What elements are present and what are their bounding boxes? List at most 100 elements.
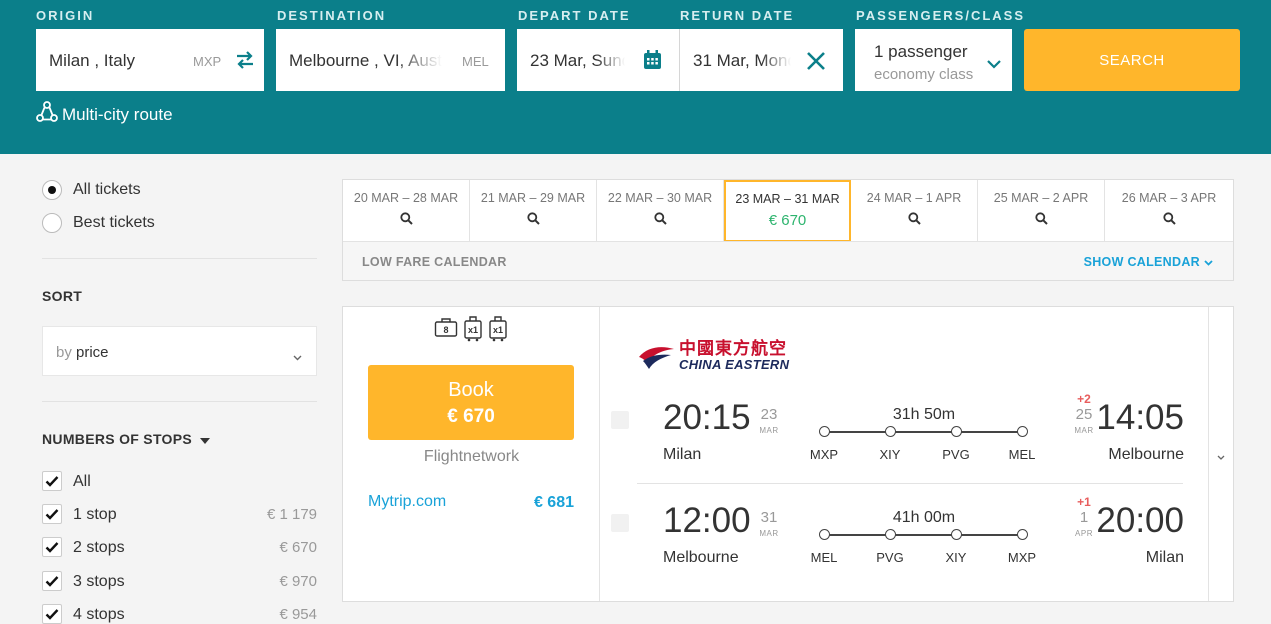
date-option[interactable]: 20 MAR – 28 MAR — [343, 180, 470, 242]
depart-date-input[interactable]: 23 Mar, Sunday — [530, 51, 625, 71]
date-option[interactable]: 22 MAR – 30 MAR — [597, 180, 724, 242]
destination-label: DESTINATION — [277, 8, 387, 23]
show-calendar-toggle[interactable]: SHOW CALENDAR — [1084, 255, 1213, 269]
booking-column: 8 x1 x1 Book € 670 Flightnetwork Mytrip.… — [343, 307, 600, 601]
outbound-segment: 20:15 23 MAR Milan 31h 50m MXP XIY PVG MEL +2 25 MA… — [600, 392, 1210, 485]
show-calendar-label: SHOW CALENDAR — [1083, 255, 1200, 269]
date-option[interactable]: 26 MAR – 3 APR — [1105, 180, 1233, 242]
personal-item-icon: 8 — [434, 316, 458, 338]
airport-code: XIY — [945, 550, 967, 565]
airport-code: MEL — [1008, 447, 1036, 462]
booking-agent: Flightnetwork — [423, 448, 520, 465]
divider — [42, 401, 317, 402]
arrival-month: APR — [1075, 529, 1093, 538]
arrival-day: 1 — [1079, 509, 1089, 526]
checkbox-checked[interactable] — [42, 604, 62, 624]
date-range-label: 25 MAR – 2 APR — [993, 191, 1089, 205]
stop-node — [1017, 529, 1028, 540]
chevron-down-icon — [293, 348, 302, 366]
flight-result-card: 8 x1 x1 Book € 670 Flightnetwork Mytrip.… — [342, 306, 1234, 602]
passengers-class-label: PASSENGERS/CLASS — [856, 8, 1026, 23]
chevron-down-icon[interactable] — [987, 56, 1001, 74]
checked-bag-count: x1 — [492, 325, 503, 335]
radio-all-tickets[interactable]: All tickets — [42, 178, 141, 202]
date-range-label: 22 MAR – 30 MAR — [607, 191, 713, 205]
low-fare-calendar-label: LOW FARE CALENDAR — [362, 255, 507, 269]
return-date-field[interactable]: 31 Mar, Monday — [680, 29, 843, 91]
stop-node — [1017, 426, 1028, 437]
origin-input[interactable]: Milan , Italy — [49, 51, 179, 71]
alt-agent-price[interactable]: € 681 — [534, 494, 574, 512]
carry-on-count: x1 — [467, 325, 478, 335]
passengers-class-field[interactable]: 1 passenger economy class — [855, 29, 1012, 91]
passenger-count: 1 passenger — [874, 42, 968, 61]
checkbox-checked[interactable] — [42, 537, 62, 557]
multi-city-icon — [36, 101, 58, 128]
day-offset-badge: +2 — [1077, 392, 1091, 406]
checkbox-checked[interactable] — [42, 504, 62, 524]
airport-code: MEL — [810, 550, 838, 565]
airline-name-cn: 中國東方航空 — [679, 339, 787, 358]
stop-label: 1 stop — [73, 506, 117, 523]
stop-filter-row[interactable]: 2 stops € 670 — [42, 537, 317, 559]
checked-bag-icon: x1 — [488, 316, 508, 342]
sort-prefix: by — [56, 344, 72, 361]
radio-button[interactable] — [42, 213, 62, 233]
cabin-class: economy class — [874, 66, 974, 83]
stops-title: NUMBERS OF STOPS — [42, 431, 193, 447]
checkbox-checked[interactable] — [42, 571, 62, 591]
depart-date-label: DEPART DATE — [518, 8, 631, 23]
radio-best-tickets[interactable]: Best tickets — [42, 211, 155, 235]
multi-city-link[interactable]: Multi-city route — [36, 101, 173, 128]
destination-field[interactable]: Melbourne , VI, Australia MEL — [276, 29, 505, 91]
date-option[interactable]: 23 MAR – 31 MAR € 670 — [724, 180, 851, 242]
china-eastern-swallow-icon — [639, 346, 674, 369]
clear-return-icon[interactable] — [806, 51, 826, 76]
stop-label: All — [73, 473, 91, 490]
date-range-label: 20 MAR – 28 MAR — [353, 191, 459, 205]
date-option[interactable]: 21 MAR – 29 MAR — [470, 180, 597, 242]
alt-agent-link[interactable]: Mytrip.com — [368, 493, 446, 511]
baggage-info: 8 x1 x1 — [434, 316, 508, 342]
day-offset-badge: +1 — [1077, 495, 1091, 509]
departure-city: Milan — [663, 446, 702, 463]
caret-down-icon — [200, 431, 211, 447]
stop-price: € 954 — [279, 606, 317, 623]
stops-filter-header[interactable]: NUMBERS OF STOPS — [42, 431, 211, 447]
destination-input[interactable]: Melbourne , VI, Australia — [289, 51, 442, 71]
search-icon — [470, 212, 596, 230]
airport-code: MXP — [809, 447, 839, 462]
expand-details[interactable] — [1208, 307, 1233, 601]
stop-filter-row[interactable]: 1 stop € 1 179 — [42, 504, 317, 526]
stop-price: € 1 179 — [266, 506, 317, 523]
stop-filter-row[interactable]: 4 stops € 954 — [42, 604, 317, 624]
calendar-icon[interactable] — [643, 50, 662, 75]
checkbox-checked[interactable] — [42, 471, 62, 491]
date-option[interactable]: 24 MAR – 1 APR — [851, 180, 978, 242]
date-range-label: 26 MAR – 3 APR — [1121, 191, 1217, 205]
sort-value: price — [76, 344, 109, 361]
origin-field[interactable]: Milan , Italy MXP — [36, 29, 264, 91]
airport-code: PVG — [942, 447, 970, 462]
book-button[interactable]: Book € 670 — [368, 365, 574, 440]
radio-button-selected[interactable] — [42, 180, 62, 200]
stop-price: € 670 — [279, 539, 317, 556]
departure-city: Melbourne — [663, 549, 739, 566]
search-icon — [978, 212, 1104, 230]
origin-code: MXP — [193, 54, 222, 69]
departure-month: MAR — [759, 426, 779, 435]
check-icon — [45, 476, 59, 487]
stop-filter-row[interactable]: All — [42, 471, 317, 493]
return-date-input[interactable]: 31 Mar, Monday — [693, 51, 791, 71]
stop-node — [819, 426, 830, 437]
radio-label: All tickets — [73, 181, 141, 198]
search-button[interactable]: SEARCH — [1024, 29, 1240, 91]
search-header: ORIGIN DESTINATION DEPART DATE RETURN DA… — [0, 0, 1271, 154]
swap-icon[interactable] — [235, 51, 255, 74]
origin-label: ORIGIN — [36, 8, 95, 23]
date-option[interactable]: 25 MAR – 2 APR — [978, 180, 1105, 242]
sort-select[interactable]: by price — [42, 326, 317, 376]
destination-code: MEL — [462, 54, 489, 69]
depart-date-field[interactable]: 23 Mar, Sunday — [517, 29, 679, 91]
stop-filter-row[interactable]: 3 stops € 970 — [42, 571, 317, 593]
